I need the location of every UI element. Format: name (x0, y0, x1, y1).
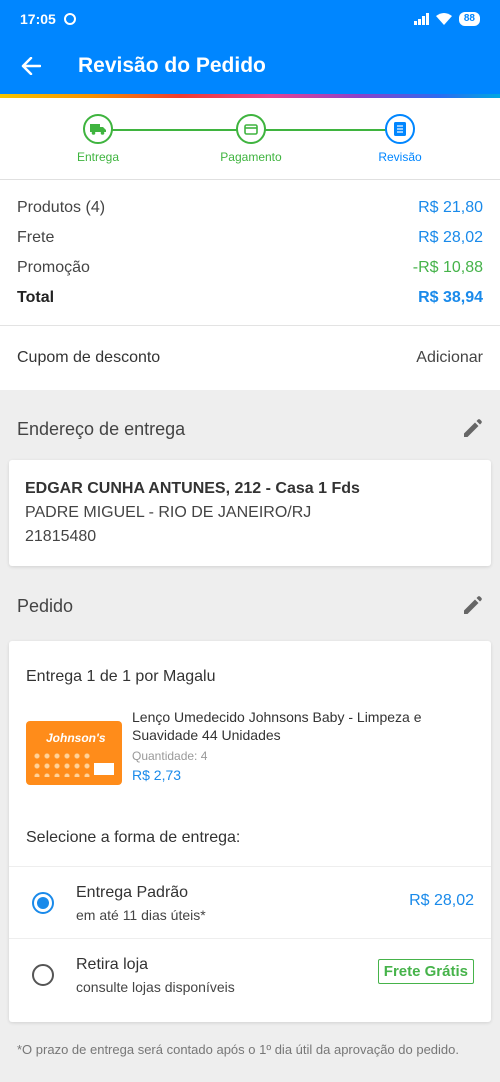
option-subtitle: consulte lojas disponíveis (76, 979, 235, 995)
battery-icon: 88 (458, 12, 480, 26)
wifi-icon (435, 13, 452, 25)
product-quantity: Quantidade: 4 (132, 749, 208, 763)
summary-promo-row: Promoção -R$ 10,88 (17, 253, 483, 283)
truck-icon (83, 114, 113, 144)
add-coupon-button[interactable]: Adicionar (416, 349, 483, 367)
step-label: Revisão (378, 150, 422, 164)
summary-shipping-row: Frete R$ 28,02 (17, 223, 483, 253)
products-value: R$ 21,80 (418, 199, 483, 216)
address-card: EDGAR CUNHA ANTUNES, 212 - Casa 1 Fds PA… (9, 460, 491, 566)
radio-selected-icon[interactable] (32, 892, 54, 914)
step-pagamento: Pagamento (201, 114, 301, 164)
status-time: 17:05 (20, 11, 56, 27)
option-subtitle: em até 11 dias úteis* (76, 907, 206, 923)
address-section-title: Endereço de entrega (17, 419, 186, 439)
option-name: Entrega Padrão (76, 884, 189, 901)
products-label: Produtos (4) (17, 199, 106, 216)
promo-label: Promoção (17, 259, 90, 276)
product-name: Lenço Umedecido Johnsons Baby - Limpeza … (132, 709, 422, 743)
credit-card-icon (236, 114, 266, 144)
total-value: R$ 38,94 (418, 289, 483, 306)
address-zip: 21815480 (25, 528, 97, 545)
page-title: Revisão do Pedido (78, 54, 266, 77)
summary-products-row: Produtos (4) R$ 21,80 (17, 193, 483, 223)
shipment-title: Entrega 1 de 1 por Magalu (26, 668, 216, 685)
product-price: R$ 2,73 (132, 767, 182, 783)
address-line-2: PADRE MIGUEL - RIO DE JANEIRO/RJ (25, 504, 312, 521)
delivery-footnote: *O prazo de entrega será contado após o … (17, 1042, 459, 1057)
step-label: Entrega (76, 150, 120, 164)
delivery-method-title: Selecione a forma de entrega: (26, 829, 241, 846)
order-section-title: Pedido (17, 596, 74, 616)
product-image: Johnson's (26, 721, 122, 785)
shipping-label: Frete (17, 229, 55, 246)
coupon-label: Cupom de desconto (17, 349, 161, 366)
app-bar: Revisão do Pedido (0, 38, 500, 94)
step-label: Pagamento (220, 150, 282, 164)
radio-unselected-icon[interactable] (32, 964, 54, 986)
shipping-value: R$ 28,02 (418, 229, 483, 246)
signal-icon (413, 13, 429, 25)
total-label: Total (17, 289, 55, 306)
step-revisao: Revisão (350, 114, 450, 164)
address-line-1: EDGAR CUNHA ANTUNES, 212 - Casa 1 Fds (25, 480, 360, 497)
delivery-option-pickup[interactable]: Retira loja consulte lojas disponíveis F… (9, 938, 491, 1010)
edit-address-pencil-icon[interactable] (461, 418, 483, 440)
step-entrega: Entrega (48, 114, 148, 164)
arrow-left-icon (21, 57, 41, 75)
product-brand-logo: Johnson's (46, 731, 106, 745)
free-shipping-badge: Frete Grátis (377, 959, 474, 984)
option-name: Retira loja (76, 956, 149, 973)
checkout-stepper: Entrega Pagamento Revisão (0, 98, 500, 180)
status-bar: 17:05 88 (0, 0, 500, 38)
back-button[interactable] (0, 38, 62, 94)
delivery-option-standard[interactable]: Entrega Padrão em até 11 dias úteis* R$ … (9, 866, 491, 938)
coupon-row[interactable]: Cupom de desconto Adicionar (0, 326, 500, 390)
summary-total-row: Total R$ 38,94 (17, 283, 483, 313)
option-price: R$ 28,02 (409, 892, 474, 909)
order-card: Entrega 1 de 1 por Magalu Johnson's Lenç… (9, 641, 491, 1022)
edit-order-pencil-icon[interactable] (461, 595, 483, 617)
alarm-icon (63, 13, 76, 25)
order-summary: Produtos (4) R$ 21,80 Frete R$ 28,02 Pro… (0, 180, 500, 326)
document-icon (385, 114, 415, 144)
promo-value: -R$ 10,88 (412, 259, 483, 276)
